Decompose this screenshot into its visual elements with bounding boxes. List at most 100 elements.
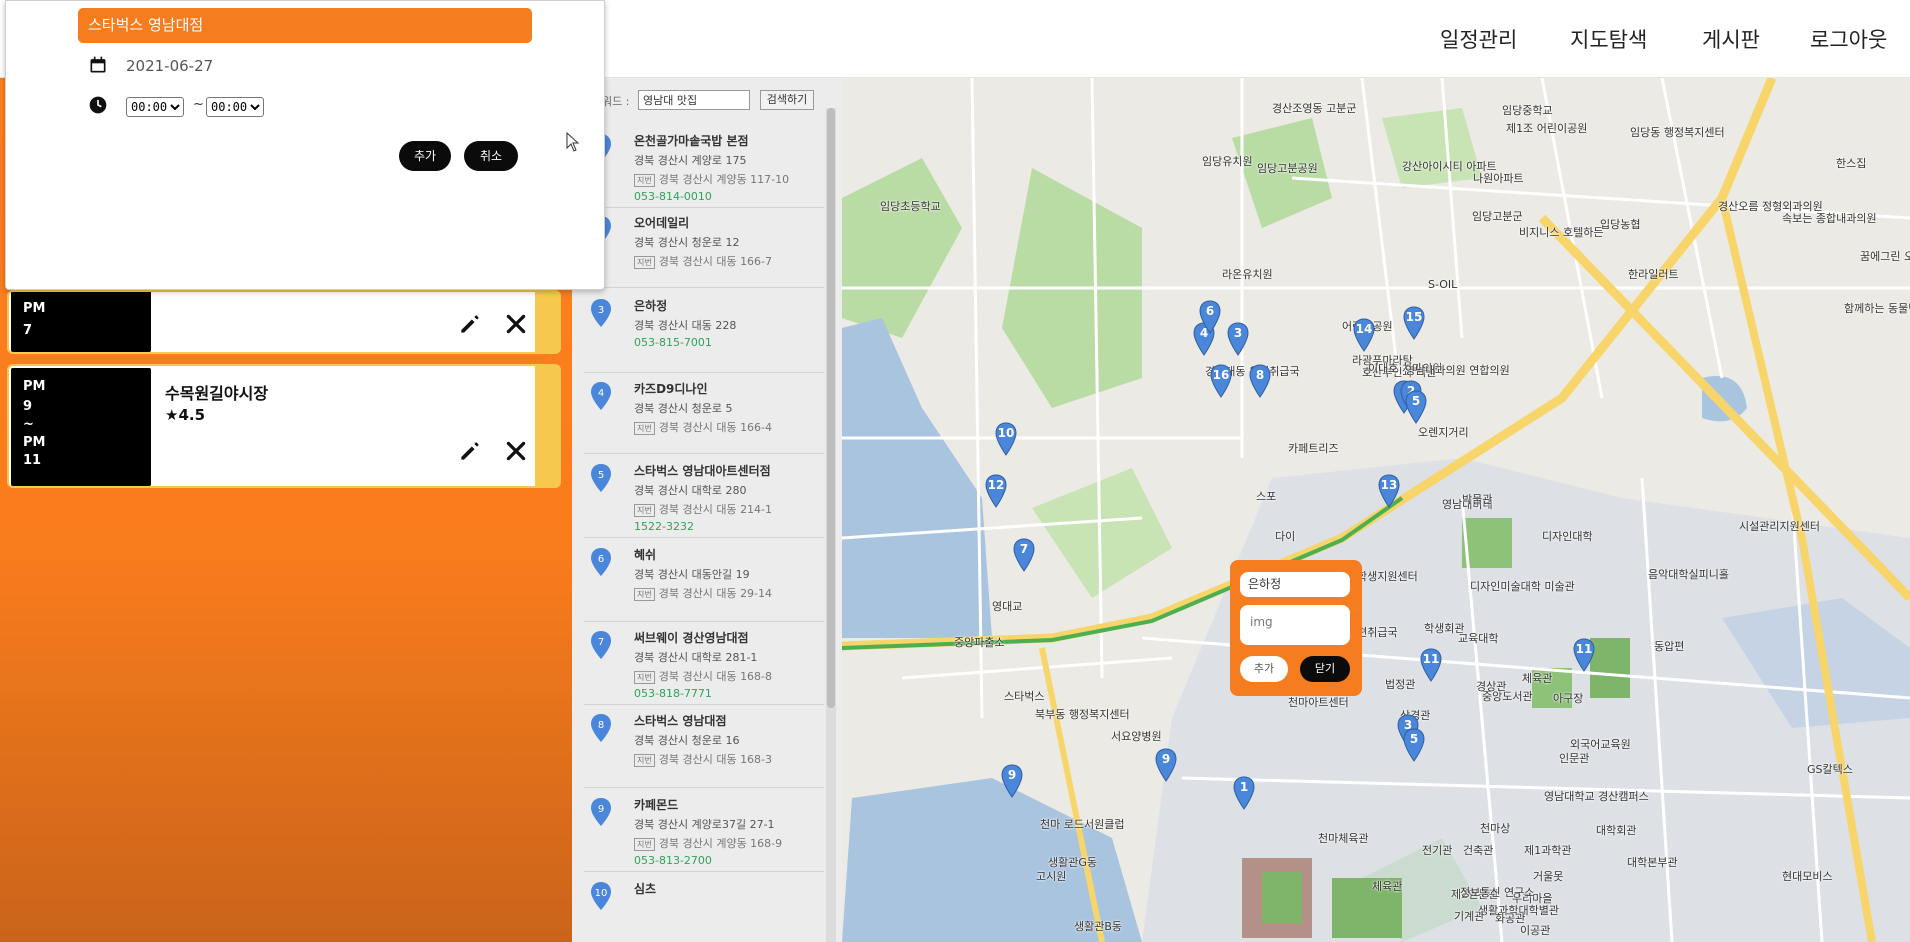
edit-icon[interactable] bbox=[457, 311, 483, 337]
map-marker-pin[interactable]: 3 bbox=[1226, 322, 1250, 356]
popup-date[interactable]: 2021-06-27 bbox=[126, 57, 213, 75]
search-button[interactable]: 검색하기 bbox=[760, 90, 814, 110]
map-marker-pin[interactable]: 1 bbox=[1232, 776, 1256, 810]
card-handle[interactable] bbox=[535, 366, 559, 486]
map-marker-pin[interactable]: 16 bbox=[1209, 364, 1233, 398]
map-place-label[interactable]: 체육관 bbox=[1372, 878, 1402, 894]
infowindow-add-button[interactable]: 추가 bbox=[1240, 656, 1288, 682]
map-place-label[interactable]: 기계관 bbox=[1454, 908, 1484, 924]
popup-cancel-button[interactable]: 취소 bbox=[464, 141, 518, 171]
map-place-label[interactable]: 대학회관 bbox=[1596, 822, 1636, 838]
map-place-label[interactable]: 경상관 bbox=[1476, 678, 1506, 694]
map-place-label[interactable]: 꿈에그린 오피스텔 bbox=[1860, 248, 1910, 264]
result-item[interactable]: 8 스타벅스 영남대점 경북 경산시 청운로 16 지번 경북 경산시 대동 168-3 bbox=[584, 706, 824, 788]
map-place-label[interactable]: 음악대학실피니홀 bbox=[1648, 566, 1729, 582]
map-marker-pin[interactable]: 6 bbox=[1198, 300, 1222, 334]
map-marker-pin[interactable]: 9 bbox=[1154, 748, 1178, 782]
nav-map-search-link[interactable]: 지도탐색 bbox=[1570, 24, 1647, 54]
map-place-label[interactable]: 북부동 행정복지센터 bbox=[1035, 706, 1130, 722]
map-place-label[interactable]: 제1과학관 bbox=[1524, 842, 1571, 858]
map-place-label[interactable]: 천마아트센터 bbox=[1288, 694, 1349, 710]
map-place-label[interactable]: 체육관 bbox=[1522, 670, 1552, 686]
result-item[interactable]: 5 스타벅스 영남대아트센터점 경북 경산시 대학로 280 지번 경북 경산시 대동 … bbox=[584, 456, 824, 538]
map-place-label[interactable]: 임당중학교 bbox=[1502, 102, 1553, 118]
map-place-label[interactable]: 이공관 bbox=[1520, 922, 1550, 938]
map-place-label[interactable]: 스타벅스 bbox=[1004, 688, 1044, 704]
map-place-label[interactable]: 함께하는 동물병원 bbox=[1844, 300, 1910, 316]
map-place-label[interactable]: 디자인미술대학 미술관 bbox=[1470, 578, 1575, 594]
result-item[interactable]: 4 카즈D9디나인 경북 경산시 청운로 5 지번 경북 경산시 대동 166-4 bbox=[584, 374, 824, 454]
map-place-label[interactable]: GS칼텍스 bbox=[1807, 761, 1853, 777]
map-place-label[interactable]: 정보통신 연구소 bbox=[1460, 884, 1534, 900]
nav-schedule-link[interactable]: 일정관리 bbox=[1440, 24, 1517, 54]
end-time-select[interactable]: 00:00 bbox=[206, 97, 264, 117]
map-place-label[interactable]: 시설관리지원센터 bbox=[1739, 518, 1820, 534]
map-place-label[interactable]: 서요양병원 bbox=[1111, 728, 1162, 744]
list-scrollbar-thumb[interactable] bbox=[827, 108, 835, 708]
map-place-label[interactable]: 고시원 bbox=[1036, 868, 1066, 884]
map-marker-pin[interactable]: 5 bbox=[1402, 728, 1426, 762]
map-place-label[interactable]: 경산조영동 고분군 bbox=[1272, 100, 1356, 116]
search-input[interactable] bbox=[638, 90, 750, 110]
edit-icon[interactable] bbox=[457, 438, 483, 464]
map-marker-pin[interactable]: 12 bbox=[984, 474, 1008, 508]
map-place-label[interactable]: 한라일러트 bbox=[1628, 266, 1679, 282]
map-place-label[interactable]: 생활관B동 bbox=[1074, 918, 1122, 934]
result-item[interactable]: 6 혜쉬 경북 경산시 대동안길 19 지번 경북 경산시 대동 29-14 bbox=[584, 540, 824, 622]
map-place-label[interactable]: 임당고분군 bbox=[1472, 208, 1523, 224]
map-marker-pin[interactable]: 14 bbox=[1352, 318, 1376, 352]
result-name[interactable]: 카페몬드 bbox=[634, 796, 678, 813]
map-marker-pin[interactable]: 8 bbox=[1248, 364, 1272, 398]
map-place-label[interactable]: 제1조 어린이공원 bbox=[1506, 120, 1587, 136]
result-item[interactable]: 10심츠지번 bbox=[584, 874, 824, 942]
map-place-label[interactable]: 박물관 bbox=[1462, 491, 1492, 507]
map-place-label[interactable]: 거울못 bbox=[1533, 868, 1563, 884]
map-place-label[interactable]: 인문관 bbox=[1559, 750, 1589, 766]
nav-board-link[interactable]: 게시판 bbox=[1702, 24, 1760, 54]
result-item[interactable]: 1온천골가마솥국밥 본점경북 경산시 계양로 175지번경북 경산시 계양동 1… bbox=[584, 126, 824, 208]
result-item[interactable]: 2오어데일리경북 경산시 청운로 12지번경북 경산시 대동 166-7 bbox=[584, 208, 824, 288]
map-place-label[interactable]: 건축관 bbox=[1463, 842, 1493, 858]
map-place-label[interactable]: 다이 bbox=[1275, 528, 1295, 544]
map-marker-pin[interactable]: 11 bbox=[1419, 648, 1443, 682]
result-name[interactable]: 카즈D9디나인 bbox=[634, 380, 708, 397]
result-name[interactable]: 오어데일리 bbox=[634, 214, 689, 231]
map-place-label[interactable]: S-OIL bbox=[1428, 278, 1457, 291]
map-place-label[interactable]: 천마상 bbox=[1480, 820, 1510, 836]
map-place-label[interactable]: 스포 bbox=[1256, 488, 1276, 504]
map-place-label[interactable]: 비지니스 호텔하든 bbox=[1519, 224, 1603, 240]
map-place-label[interactable]: 입당농협 bbox=[1600, 216, 1640, 232]
map-place-label[interactable]: 라온유치원 bbox=[1222, 266, 1273, 282]
nav-logout-link[interactable]: 로그아웃 bbox=[1810, 24, 1887, 54]
map-place-label[interactable]: 임당동 행정복지센터 bbox=[1630, 124, 1725, 140]
map-view[interactable]: 경산조영동 고분군 임당중학교임당고분공원 임당유치원 제1조 어린이공원 임당동 행정… bbox=[842, 78, 1910, 942]
delete-icon[interactable] bbox=[503, 438, 529, 464]
map-place-label[interactable]: 임당고분공원 bbox=[1257, 160, 1318, 176]
map-place-label[interactable]: 나원아파트 bbox=[1473, 170, 1524, 186]
map-place-label[interactable]: 카페트리즈 bbox=[1288, 440, 1339, 456]
map-marker-pin[interactable]: 5 bbox=[1404, 390, 1428, 424]
map-marker-pin[interactable]: 13 bbox=[1377, 474, 1401, 508]
map-marker-pin[interactable]: 10 bbox=[994, 422, 1018, 456]
infowindow-image-field[interactable]: img bbox=[1240, 605, 1350, 645]
map-place-label[interactable]: 천마체육관 bbox=[1318, 830, 1369, 846]
map-place-label[interactable]: 속보는 종합내과의원 bbox=[1782, 210, 1877, 226]
map-place-label[interactable]: 영남내과의원 연합의원 bbox=[1405, 362, 1510, 378]
map-place-label[interactable]: 법정관 bbox=[1385, 676, 1415, 692]
map-place-label[interactable]: 디자인대학 bbox=[1542, 528, 1593, 544]
map-place-label[interactable]: 학생지원센터 bbox=[1357, 568, 1418, 584]
map-place-label[interactable]: 임당유치원 bbox=[1202, 153, 1253, 169]
result-name[interactable]: 혜쉬 bbox=[634, 546, 656, 563]
result-name[interactable]: 스타벅스 영남대아트센터점 bbox=[634, 462, 771, 479]
result-name[interactable]: 써브웨이 경산영남대점 bbox=[634, 629, 749, 646]
start-time-select[interactable]: 00:00 bbox=[126, 97, 184, 117]
map-place-label[interactable]: 아구장 bbox=[1553, 690, 1583, 706]
map-marker-pin[interactable]: 15 bbox=[1402, 306, 1426, 340]
infowindow-close-button[interactable]: 닫기 bbox=[1300, 656, 1350, 682]
map-place-label[interactable]: 천마 로드서원클럽 bbox=[1040, 816, 1124, 832]
result-item[interactable]: 7 써브웨이 경산영남대점 경북 경산시 대학로 281-1 지번 경북 경산시 대동 … bbox=[584, 623, 824, 705]
popup-add-button[interactable]: 추가 bbox=[399, 141, 451, 171]
result-name[interactable]: 은하정 bbox=[634, 297, 667, 314]
map-place-label[interactable]: 오렌지거리 bbox=[1418, 424, 1469, 440]
map-marker-pin[interactable]: 11 bbox=[1572, 638, 1596, 672]
